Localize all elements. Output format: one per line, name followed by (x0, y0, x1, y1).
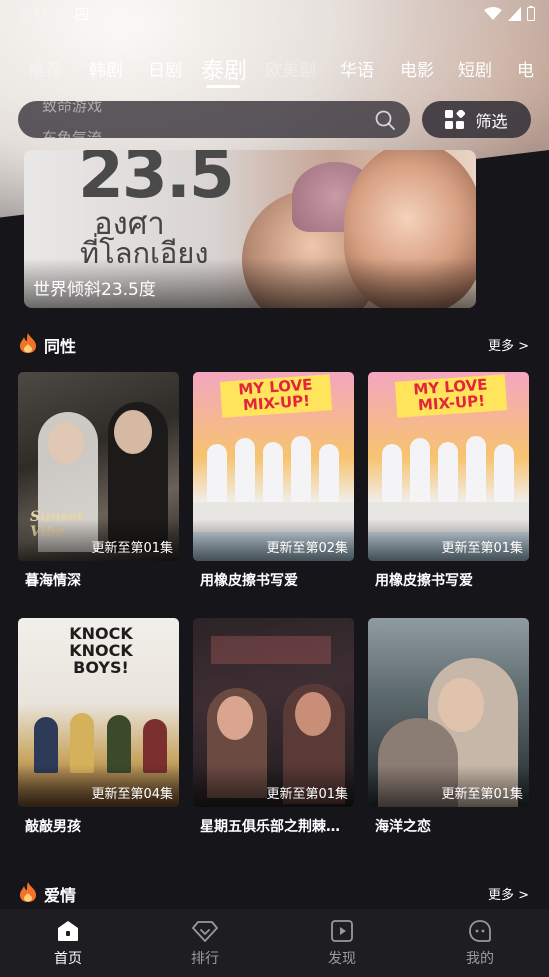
status-time: 6:41 (20, 7, 50, 22)
bottom-navigation: 首页 排行 发现 我的 (0, 909, 549, 977)
section-title: 同性 (44, 337, 77, 356)
grid-filter-icon (445, 109, 466, 129)
active-tab-indicator (206, 85, 240, 88)
episode-badge: 更新至第04集 (91, 787, 173, 802)
drama-card[interactable]: KNOCK KNOCK BOYS! 更新至第04集 敲敲男孩 (18, 618, 179, 836)
drama-title: 暮海情深 (25, 573, 81, 589)
drama-card[interactable]: 更新至第01集 星期五俱乐部之荆棘… (193, 618, 354, 836)
search-input[interactable]: 致命游戏 东鱼气流 (18, 101, 410, 138)
nav-home[interactable]: 首页 (28, 919, 108, 968)
nav-profile[interactable]: 我的 (440, 919, 520, 968)
poster-image: 更新至第01集 (193, 618, 354, 807)
poster-image: MY LOVE MIX-UP! 更新至第02集 (193, 372, 354, 561)
search-hint-previous: 致命游戏 (42, 101, 103, 115)
poster-image: SunsetVibe 更新至第01集 (18, 372, 179, 561)
episode-badge: 更新至第01集 (266, 787, 348, 802)
category-tabs: 推荐 韩剧 日剧 泰剧 欧美剧 华语 电影 短剧 电 (0, 48, 549, 88)
diamond-icon (192, 921, 218, 942)
wifi-icon (484, 6, 502, 20)
episode-badge: 更新至第01集 (441, 541, 523, 556)
section-header-aiqing: 爱情 更多 > (18, 881, 531, 905)
play-square-icon (331, 920, 353, 942)
tab-movie[interactable]: 电影 (400, 56, 434, 81)
tab-western-drama[interactable]: 欧美剧 (265, 56, 316, 81)
episode-badge: 更新至第01集 (91, 541, 173, 556)
drama-title: 用橡皮擦书写爱 (375, 573, 473, 589)
poster-image: 更新至第01集 (368, 618, 529, 807)
tab-recommend[interactable]: 推荐 (28, 56, 62, 81)
status-icons (484, 6, 535, 21)
banner-title: 世界倾斜23.5度 (33, 280, 156, 300)
nav-ranking[interactable]: 排行 (165, 919, 245, 968)
more-link[interactable]: 更多 > (488, 884, 529, 903)
drama-card[interactable]: MY LOVE MIX-UP! 更新至第01集 用橡皮擦书写爱 (368, 372, 529, 590)
episode-badge: 更新至第02集 (266, 541, 348, 556)
search-hint-next: 东鱼气流 (42, 129, 103, 138)
tab-thai-drama[interactable]: 泰剧 (201, 51, 247, 85)
episode-badge: 更新至第01集 (441, 787, 523, 802)
section-header-tongxing: 同性 更多 > (18, 332, 531, 356)
face-icon (469, 920, 491, 942)
filter-button[interactable]: 筛选 (422, 101, 531, 138)
drama-title: 用橡皮擦书写爱 (200, 573, 298, 589)
featured-banner[interactable]: 23.5 องศา ที่โลกเอียง 世界倾斜23.5度 (24, 150, 476, 308)
tab-chinese[interactable]: 华语 (340, 56, 374, 81)
tab-korean-drama[interactable]: 韩剧 (89, 56, 123, 81)
home-icon (58, 921, 78, 941)
nav-label: 我的 (466, 951, 494, 967)
section-title: 爱情 (44, 886, 77, 905)
tab-japanese-drama[interactable]: 日剧 (148, 56, 182, 81)
tab-more-cut[interactable]: 电 (517, 56, 534, 81)
nav-discover[interactable]: 发现 (302, 919, 382, 968)
drama-title: 海洋之恋 (375, 819, 431, 835)
nav-label: 发现 (328, 951, 356, 967)
nav-label: 首页 (54, 951, 82, 967)
drama-card[interactable]: 更新至第01集 海洋之恋 (368, 618, 529, 836)
battery-icon (527, 6, 535, 21)
flame-icon (20, 333, 36, 353)
tab-short-drama[interactable]: 短剧 (458, 56, 492, 81)
drama-card[interactable]: MY LOVE MIX-UP! 更新至第02集 用橡皮擦书写爱 (193, 372, 354, 590)
notification-a-icon: A (76, 8, 88, 20)
drama-title: 敲敲男孩 (25, 819, 81, 835)
poster-image: KNOCK KNOCK BOYS! 更新至第04集 (18, 618, 179, 807)
search-icon[interactable] (374, 109, 396, 131)
poster-image: MY LOVE MIX-UP! 更新至第01集 (368, 372, 529, 561)
filter-label: 筛选 (475, 111, 508, 131)
signal-icon (508, 6, 521, 21)
status-bar: 6:41 A (0, 0, 549, 30)
drama-title: 星期五俱乐部之荆棘… (200, 819, 340, 835)
flame-icon (20, 882, 36, 902)
nav-label: 排行 (191, 951, 219, 967)
more-link[interactable]: 更多 > (488, 335, 529, 354)
drama-card[interactable]: SunsetVibe 更新至第01集 暮海情深 (18, 372, 179, 590)
